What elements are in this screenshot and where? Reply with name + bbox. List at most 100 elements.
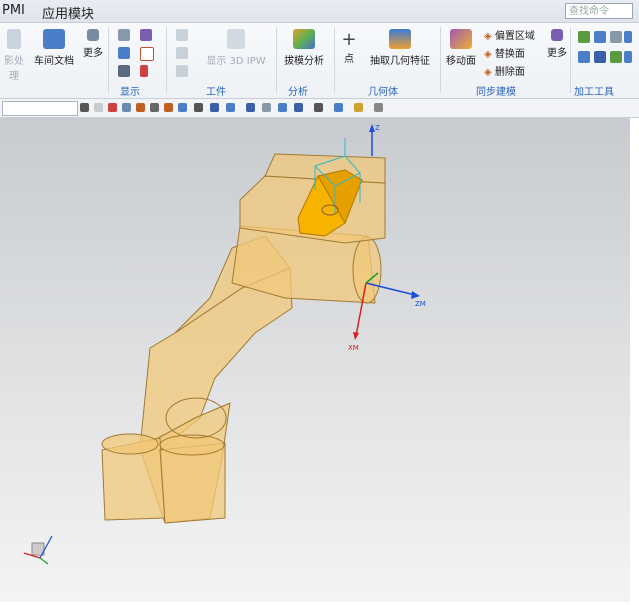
snap-icon[interactable] bbox=[226, 103, 235, 112]
offset-region-button[interactable]: ◈ 偏置区域 bbox=[484, 27, 535, 42]
display-tool-icon[interactable] bbox=[140, 47, 154, 61]
command-search-input[interactable]: 查找命令 bbox=[565, 3, 633, 19]
menu-application[interactable]: 应用模块 bbox=[42, 3, 94, 22]
point-label: 点 bbox=[344, 54, 354, 65]
display-tool-icon[interactable] bbox=[118, 65, 130, 77]
replace-face-label: 替换面 bbox=[494, 49, 525, 60]
view-icon[interactable] bbox=[334, 103, 343, 112]
selection-filter-dropdown[interactable] bbox=[2, 101, 78, 116]
separator bbox=[334, 27, 335, 93]
snap-icon[interactable] bbox=[194, 103, 203, 112]
ribbon: 影处理 车间文档 更多 显示 显示 3D IPW 工件 拔模分析 分析 + 点 … bbox=[0, 23, 639, 99]
delete-face-button[interactable]: ◈ 删除面 bbox=[484, 63, 525, 78]
right-border bbox=[630, 118, 639, 602]
separator bbox=[166, 27, 167, 93]
group-tools-label: 加工工具 bbox=[574, 87, 614, 98]
separator bbox=[276, 27, 277, 93]
tool-icon[interactable] bbox=[624, 31, 632, 43]
document-icon bbox=[43, 29, 65, 49]
extract-geometry-button[interactable]: 抽取几何特征 bbox=[364, 29, 436, 67]
separator bbox=[108, 27, 109, 93]
clip-button[interactable]: 影处理 bbox=[0, 29, 28, 82]
group-geometry-label: 几何体 bbox=[368, 87, 398, 98]
clip-label: 影处理 bbox=[4, 56, 24, 82]
view-icon[interactable] bbox=[314, 103, 323, 112]
selection-toolbar bbox=[0, 99, 639, 118]
draft-analysis-button[interactable]: 拔模分析 bbox=[280, 29, 328, 67]
xm-axis-arrow bbox=[353, 332, 359, 340]
more-label-1: 更多 bbox=[83, 48, 103, 59]
group-sync-label: 同步建模 bbox=[476, 87, 516, 98]
snap-icon[interactable] bbox=[94, 103, 103, 112]
show-3d-ipw-button[interactable]: 显示 3D IPW bbox=[200, 29, 272, 67]
snap-icon[interactable] bbox=[178, 103, 187, 112]
menu-pmi[interactable]: PMI bbox=[2, 3, 25, 18]
more-icon bbox=[551, 29, 563, 41]
triad-y-axis bbox=[39, 557, 49, 565]
move-face-icon bbox=[450, 29, 472, 49]
group-workpiece-label: 工件 bbox=[206, 87, 226, 98]
snap-icon[interactable] bbox=[108, 103, 117, 112]
plus-icon: + bbox=[341, 29, 357, 50]
boss-end-face bbox=[352, 236, 382, 304]
zm-axis-label: ZM bbox=[415, 300, 426, 308]
shop-doc-button[interactable]: 车间文档 bbox=[32, 29, 76, 67]
replace-face-button[interactable]: ◈ 替换面 bbox=[484, 45, 525, 60]
delete-face-label: 删除面 bbox=[494, 67, 525, 78]
display-tool-icon[interactable] bbox=[118, 47, 130, 59]
snap-icon[interactable] bbox=[136, 103, 145, 112]
clip-icon bbox=[7, 29, 21, 49]
tool-icon[interactable] bbox=[578, 31, 590, 43]
zm-axis-arrow bbox=[411, 291, 420, 299]
view-icon[interactable] bbox=[374, 103, 383, 112]
display-tool-icon[interactable] bbox=[140, 65, 148, 77]
more-button-2[interactable]: 更多 bbox=[546, 29, 568, 59]
draft-analysis-icon bbox=[293, 29, 315, 49]
workpiece-tool-icon[interactable] bbox=[176, 29, 188, 41]
workpiece-tool-icon[interactable] bbox=[176, 65, 188, 77]
separator bbox=[440, 27, 441, 93]
more-button-1[interactable]: 更多 bbox=[82, 29, 104, 59]
offset-region-icon: ◈ bbox=[484, 31, 492, 42]
z-axis-label: Z bbox=[375, 124, 380, 132]
view-icon[interactable] bbox=[278, 103, 287, 112]
shop-doc-label: 车间文档 bbox=[34, 56, 74, 67]
move-face-label: 移动面 bbox=[446, 56, 476, 67]
tool-icon[interactable] bbox=[624, 51, 632, 63]
group-display-label: 显示 bbox=[120, 87, 140, 98]
offset-region-label: 偏置区域 bbox=[494, 31, 535, 42]
tool-icon[interactable] bbox=[610, 51, 622, 63]
more-icon bbox=[87, 29, 99, 41]
separator bbox=[570, 27, 571, 93]
tool-icon[interactable] bbox=[578, 51, 590, 63]
fork-left-top-face bbox=[101, 433, 159, 455]
show-3d-ipw-label: 显示 3D IPW bbox=[206, 56, 266, 67]
view-icon[interactable] bbox=[294, 103, 303, 112]
delete-face-icon: ◈ bbox=[484, 67, 492, 78]
dropdown-arrow-icon[interactable] bbox=[80, 103, 89, 112]
replace-face-icon: ◈ bbox=[484, 49, 492, 60]
ipw-icon bbox=[227, 29, 245, 49]
view-icon[interactable] bbox=[262, 103, 271, 112]
extract-icon bbox=[389, 29, 411, 49]
view-icon[interactable] bbox=[354, 103, 363, 112]
more-label-2: 更多 bbox=[547, 48, 567, 59]
display-tool-icon[interactable] bbox=[140, 29, 152, 41]
extract-label: 抽取几何特征 bbox=[370, 56, 430, 67]
tool-icon[interactable] bbox=[610, 31, 622, 43]
point-button[interactable]: + 点 bbox=[338, 29, 360, 65]
tool-icon[interactable] bbox=[594, 51, 606, 63]
part-model[interactable]: Z ZM XM bbox=[0, 118, 630, 602]
display-tool-icon[interactable] bbox=[118, 29, 130, 41]
tool-icon[interactable] bbox=[594, 31, 606, 43]
view-icon[interactable] bbox=[246, 103, 255, 112]
snap-icon[interactable] bbox=[164, 103, 173, 112]
snap-icon[interactable] bbox=[122, 103, 131, 112]
snap-icon[interactable] bbox=[150, 103, 159, 112]
snap-icon[interactable] bbox=[210, 103, 219, 112]
graphics-viewport[interactable]: Z ZM XM bbox=[0, 118, 630, 602]
group-analysis-label: 分析 bbox=[288, 87, 308, 98]
move-face-button[interactable]: 移动面 bbox=[444, 29, 478, 67]
workpiece-tool-icon[interactable] bbox=[176, 47, 188, 59]
xm-axis-label: XM bbox=[348, 344, 359, 352]
